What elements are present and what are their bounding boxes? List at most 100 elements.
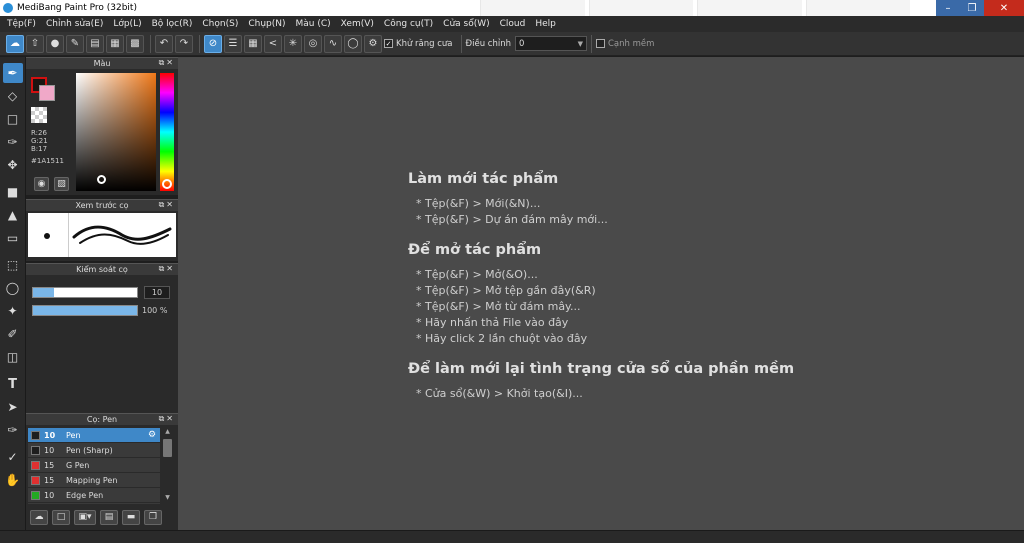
document-icon[interactable]: ▤ [86,34,104,53]
background-window-tabs [480,0,910,16]
brush-icon[interactable]: ✒ [2,63,23,83]
cloud-icon[interactable]: ☁ [6,34,24,53]
fill-rect-icon[interactable]: ■ [3,182,23,202]
select-pen-icon[interactable]: ✐ [3,324,23,344]
snap-circle-icon[interactable]: ◎ [304,34,322,53]
scroll-up-icon[interactable]: ▲ [162,428,173,438]
hand-icon[interactable]: ✋ [3,470,23,490]
antialias-checkbox[interactable]: ✓ [384,39,393,48]
sv-cursor[interactable] [97,175,106,184]
menu-filter[interactable]: Bộ lọc(R) [147,19,198,29]
edit-icon[interactable]: ✑ [3,132,23,152]
menu-help[interactable]: Help [530,19,561,29]
select-rect-icon[interactable]: ⬚ [3,255,23,275]
hue-cursor[interactable] [162,179,172,189]
redo-icon[interactable]: ↷ [175,34,193,53]
magic-wand-icon[interactable]: ✦ [3,301,23,321]
add-brush-icon[interactable]: ▣▾ [74,509,96,525]
snap-ellipse-icon[interactable]: ◯ [344,34,362,53]
snap-vanishing-icon[interactable]: < [264,34,282,53]
menu-select[interactable]: Chọn(S) [197,19,243,29]
instruction-item: * Tệp(&F) > Dự án đám mây mới... [416,213,608,226]
new-brush-icon[interactable]: □ [52,509,70,525]
scroll-down-icon[interactable]: ▼ [162,494,173,504]
background-color-swatch[interactable] [39,85,55,101]
canvas-area[interactable]: Làm mới tác phẩm * Tệp(&F) > Mới(&N)... … [178,57,1024,530]
brush-list-panel: Cọ: Pen ⧉✕ 10 Pen ⚙ 10 Pen (Sharp) 15 G … [26,413,178,530]
snap-radial-icon[interactable]: ✳ [284,34,302,53]
menu-window[interactable]: Cửa sổ(W) [438,19,494,29]
snap-cross-icon[interactable]: ▦ [244,34,262,53]
brush-opacity-slider[interactable] [32,305,138,316]
color-panel-title: Màu [93,59,111,68]
folder-icon[interactable]: ▬ [122,509,140,525]
brush-control-panel: Kiểm soát cọ ⧉✕ 10 100 % [26,263,178,413]
menu-cloud[interactable]: Cloud [495,19,531,29]
saturation-value-picker[interactable] [76,73,156,191]
brush-size-slider[interactable] [32,287,138,298]
close-button[interactable]: ✕ [984,0,1024,16]
panel-float-close-icon[interactable]: ⧉✕ [159,414,175,424]
correction-select[interactable]: 0 ▼ [514,36,587,51]
operation-icon[interactable]: ➤ [3,397,23,417]
chevron-down-icon: ▼ [577,39,583,48]
page-icon[interactable]: ▦ [106,34,124,53]
brush-size-value[interactable]: 10 [144,286,170,299]
gradient-icon[interactable]: ▭ [3,228,23,248]
rect-icon[interactable]: □ [3,109,23,129]
menu-file[interactable]: Tệp(F) [2,19,41,29]
menu-view[interactable]: Xem(V) [336,19,379,29]
scrollbar-thumb[interactable] [163,439,172,457]
snap-settings-icon[interactable]: ⚙ [364,34,382,53]
eyedropper-icon[interactable]: ✑ [3,420,23,440]
list-item[interactable]: 10 Pen ⚙ [28,428,160,443]
gear-icon[interactable]: ⚙ [148,430,160,440]
brush-opacity-fill [33,306,137,315]
brush-color-swatch [31,445,40,455]
text-icon[interactable]: T [3,374,23,394]
select-eraser-icon[interactable]: ◫ [3,347,23,367]
list-item[interactable]: 10 Edge Pen [28,488,160,503]
eraser-icon[interactable]: ◇ [3,86,23,106]
snap-off-icon[interactable]: ⊘ [204,34,222,53]
menu-layer[interactable]: Lớp(L) [108,19,146,29]
correction-label: Điều chỉnh [465,38,511,49]
list-item[interactable]: 15 G Pen [28,458,160,473]
brush-list-scrollbar[interactable]: ▲ ▼ [162,428,173,504]
undo-icon[interactable]: ↶ [155,34,173,53]
bucket-icon[interactable]: ▲ [3,205,23,225]
panel-float-close-icon[interactable]: ⧉✕ [159,200,175,210]
menu-edit[interactable]: Chỉnh sửa(E) [41,19,108,29]
hue-slider[interactable] [160,73,174,191]
snap-curve-icon[interactable]: ∿ [324,34,342,53]
maximize-button[interactable]: ❐ [960,0,984,16]
color-picker-icon[interactable]: ▨ [54,177,69,191]
dropper-icon[interactable]: ✓ [3,447,23,467]
lasso-icon[interactable]: ◯ [3,278,23,298]
duplicate-icon[interactable]: ❐ [144,509,162,525]
palette-icon[interactable]: ◉ [34,177,49,191]
comment-icon[interactable]: ● [46,34,64,53]
menu-tools[interactable]: Công cụ(T) [379,19,438,29]
move-icon[interactable]: ✥ [3,155,23,175]
color-swatches[interactable] [31,77,57,101]
transparent-color-swatch[interactable] [31,107,47,123]
panel-float-close-icon[interactable]: ⧉✕ [159,58,175,68]
brush-size: 15 [44,460,55,470]
minimize-button[interactable]: – [936,0,960,16]
list-item[interactable]: 15 Mapping Pen [28,473,160,488]
instruction-item: * Hãy nhấn thả File vào đây [416,316,569,329]
menu-snap[interactable]: Chụp(N) [243,19,290,29]
chat-icon[interactable]: ✎ [66,34,84,53]
snap-parallel-icon[interactable]: ☰ [224,34,242,53]
cloud-download-icon[interactable]: ☁ [30,509,48,525]
list-item[interactable]: 10 Pen (Sharp) [28,443,160,458]
export-icon[interactable]: ⇧ [26,34,44,53]
panel-float-close-icon[interactable]: ⧉✕ [159,264,175,274]
toolbar-divider [150,34,151,53]
grid-icon[interactable]: ▩ [126,34,144,53]
brush-properties-icon[interactable]: ▤ [100,509,118,525]
menu-color[interactable]: Màu (C) [291,19,336,29]
soft-edge-checkbox[interactable] [595,39,605,48]
tool-palette: ✒ ◇ □ ✑ ✥ ■ ▲ ▭ ⬚ ◯ ✦ ✐ ◫ T ➤ ✑ ✓ ✋ [0,57,26,530]
